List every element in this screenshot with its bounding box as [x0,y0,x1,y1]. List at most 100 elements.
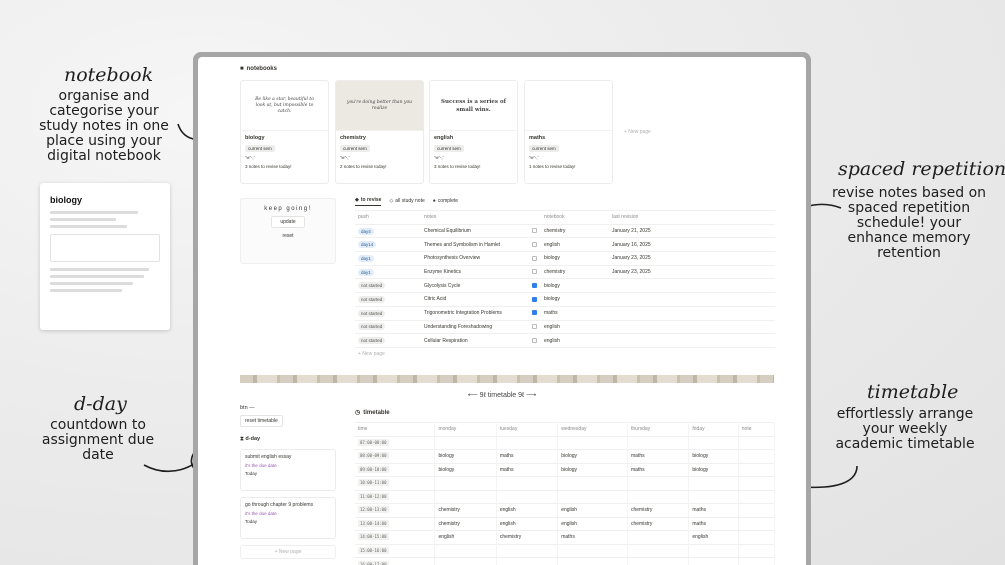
timetable-cell[interactable]: maths [688,516,739,531]
timetable-cell[interactable]: biology [434,462,497,477]
time-slot[interactable]: 16:00-17:00 [355,557,436,565]
timetable-cell[interactable] [738,489,776,504]
timetable-cell[interactable] [738,462,776,477]
done-checkbox[interactable] [532,324,537,330]
table-row[interactable]: day14 Themes and Symbolism in Hamlet eng… [355,237,775,252]
timetable-cell[interactable]: chemistry [627,503,690,517]
timetable-cell[interactable]: biology [688,462,739,477]
timetable-cell[interactable] [688,489,739,504]
timetable-cell[interactable]: maths [496,462,559,477]
note-title[interactable]: Citric Acid [421,292,529,307]
timetable-cell[interactable]: english [557,503,628,517]
time-slot[interactable]: 12:00-13:00 [355,503,436,517]
timetable-cell[interactable] [434,476,497,490]
timetable-cell[interactable] [434,557,497,565]
timetable-cell[interactable] [738,543,776,558]
timetable-cell[interactable] [627,476,690,490]
timetable-cell[interactable] [627,557,690,565]
table-new-row[interactable]: + New page [355,346,775,362]
time-slot[interactable]: 09:00-10:00 [355,462,436,477]
table-row[interactable]: not started Understanding Foreshadowing … [355,319,775,334]
timetable-cell[interactable] [496,489,559,504]
timetable-cell[interactable] [627,530,690,544]
notebook-card-english[interactable]: Success is a series of small wins. engli… [429,80,518,184]
note-title[interactable]: Trigonometric Integration Problems [421,305,529,320]
timetable-cell[interactable]: english [688,530,739,544]
table-row[interactable]: not started Citric Acid biology [355,292,775,307]
time-slot[interactable]: 07:00-08:00 [355,435,436,450]
table-row[interactable]: not started Glycolysis Cycle biology [355,278,775,293]
timetable-cell[interactable] [434,489,497,504]
timetable-cell[interactable]: english [496,516,559,531]
done-checkbox[interactable] [532,228,537,234]
time-slot[interactable]: 14:00-15:00 [355,530,436,544]
done-checkbox[interactable] [532,241,537,247]
timetable-cell[interactable]: chemistry [627,516,690,531]
notebook-link[interactable]: maths [541,305,609,320]
time-slot[interactable]: 11:00-12:00 [355,489,436,504]
timetable-cell[interactable] [496,557,559,565]
notebook-link[interactable]: english [541,333,609,348]
note-title[interactable]: Glycolysis Cycle [421,278,529,293]
timetable-cell[interactable] [627,435,690,450]
timetable-cell[interactable] [557,435,628,450]
timetable-cell[interactable]: english [496,503,559,517]
timetable-cell[interactable] [496,543,559,558]
timetable-cell[interactable] [496,476,559,490]
table-row[interactable]: day4 Chemical Equilibrium chemistry Janu… [355,223,775,238]
note-title[interactable]: Themes and Symbolism in Hamlet [421,237,529,252]
note-title[interactable]: Understanding Foreshadowing [421,319,529,334]
time-slot[interactable]: 13:00-14:00 [355,516,436,531]
timetable-cell[interactable]: maths [496,449,559,463]
done-checkbox[interactable] [532,255,537,261]
notebook-link[interactable]: biology [541,251,609,266]
timetable-cell[interactable] [688,476,739,490]
done-checkbox[interactable] [532,310,537,316]
tab-complete[interactable]: ● complete [433,197,458,206]
timetable-cell[interactable] [557,557,628,565]
note-title[interactable]: Photosynthesis Overview [421,251,529,266]
timetable-cell[interactable]: maths [557,530,628,544]
timetable-cell[interactable]: biology [688,449,739,463]
timetable-cell[interactable]: maths [627,462,690,477]
timetable-cell[interactable] [688,557,739,565]
timetable-cell[interactable]: english [434,530,497,544]
notebook-link[interactable]: english [541,319,609,334]
timetable-cell[interactable] [627,489,690,504]
table-row[interactable]: day1 Enzyme Kinetics chemistry January 2… [355,264,775,279]
notebook-card-chemistry[interactable]: you're doing better than you realize che… [335,80,424,184]
timetable-cell[interactable]: maths [627,449,690,463]
done-checkbox[interactable] [532,296,537,302]
timetable-cell[interactable] [738,516,776,531]
notebook-card-maths[interactable]: maths current sem 'ㅂ'-,' 1 notes to revi… [524,80,613,184]
timetable-cell[interactable] [557,476,628,490]
timetable-cell[interactable]: biology [557,449,628,463]
note-title[interactable]: Enzyme Kinetics [421,264,529,279]
timetable-cell[interactable] [738,449,776,463]
timetable-cell[interactable] [557,543,628,558]
timetable-cell[interactable]: chemistry [434,503,497,517]
timetable-cell[interactable] [688,435,739,450]
notebook-card-biology[interactable]: Be like a star, beautiful to look at, bu… [240,80,329,184]
timetable-cell[interactable]: biology [557,462,628,477]
timetable-cell[interactable]: biology [434,449,497,463]
timetable-cell[interactable] [738,557,776,565]
done-checkbox[interactable] [532,269,537,275]
timetable-cell[interactable] [738,435,776,450]
note-title[interactable]: Chemical Equilibrium [421,223,529,238]
reset-button[interactable]: reset [271,231,305,241]
done-checkbox[interactable] [532,282,537,288]
notebook-new-page-button[interactable]: + New page [624,129,651,135]
notebook-link[interactable]: biology [541,278,609,293]
timetable-cell[interactable]: chemistry [496,530,559,544]
time-slot[interactable]: 15:00-16:00 [355,543,436,558]
table-row[interactable]: day1 Photosynthesis Overview biology Jan… [355,251,775,266]
timetable-cell[interactable] [557,489,628,504]
timetable-cell[interactable]: english [557,516,628,531]
revise-new-page-button[interactable]: + New page [355,346,775,362]
dday-new-page-button[interactable]: + New page [240,545,336,559]
update-button[interactable]: update [271,216,305,228]
note-title[interactable]: Cellular Respiration [421,333,529,348]
timetable-cell[interactable]: chemistry [434,516,497,531]
table-row[interactable]: not started Cellular Respiration english [355,333,775,348]
